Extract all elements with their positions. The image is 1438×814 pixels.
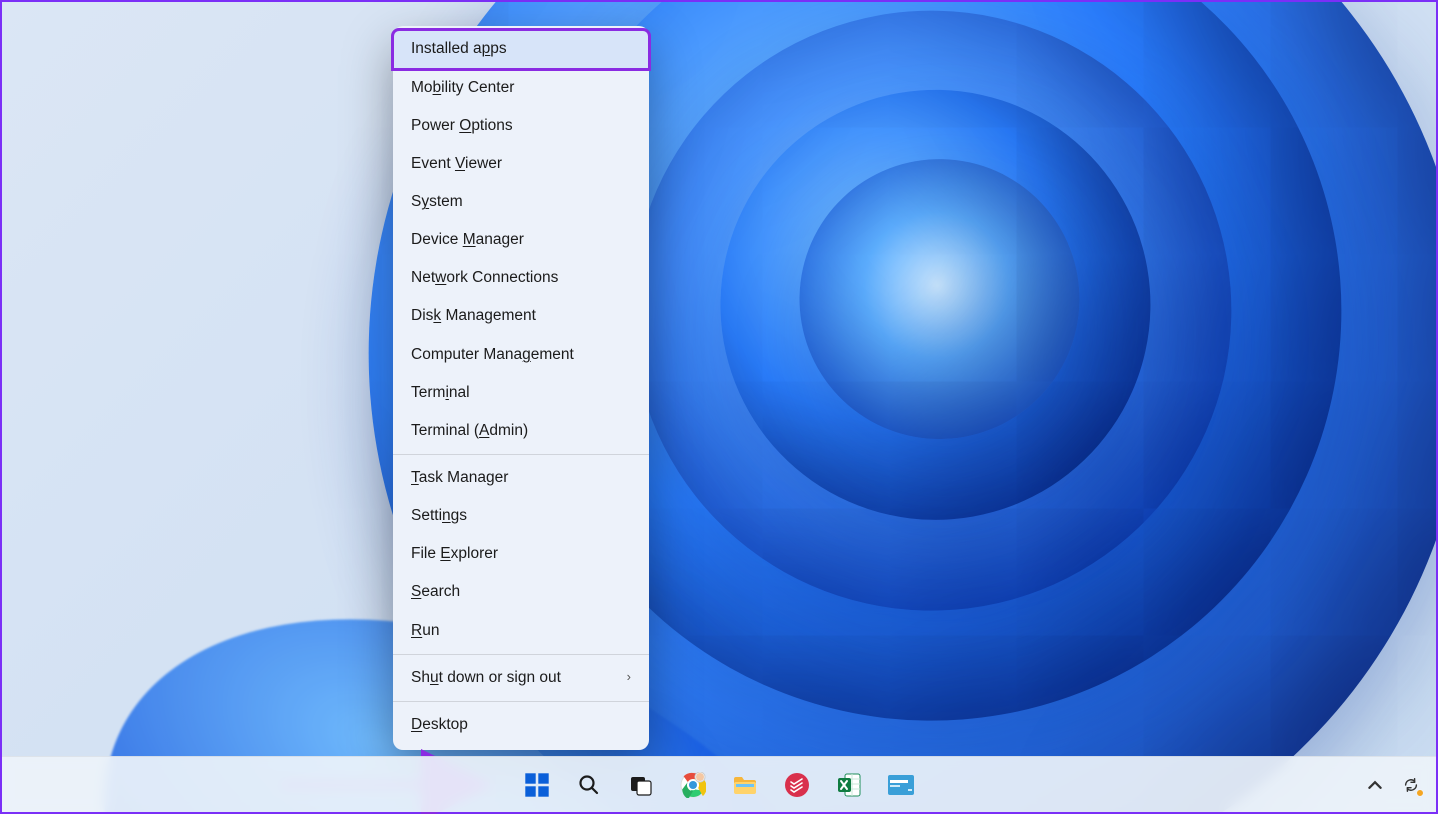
tray-sync-icon[interactable] [1400,774,1422,796]
menu-item-desktop[interactable]: Desktop [393,706,649,744]
menu-item-label: Shut down or sign out [411,668,561,688]
desktop-wallpaper [2,2,1436,812]
menu-item-label: Terminal (Admin) [411,421,528,441]
menu-item-label: Search [411,582,460,602]
menu-item-disk-management[interactable]: Disk Management [393,297,649,335]
menu-item-label: Desktop [411,715,468,735]
menu-item-search[interactable]: Search [393,573,649,611]
menu-item-power-options[interactable]: Power Options [393,107,649,145]
menu-item-label: Installed apps [411,39,507,59]
menu-item-label: Device Manager [411,230,524,250]
menu-item-label: Disk Management [411,306,536,326]
menu-item-label: Event Viewer [411,154,502,174]
menu-item-label: File Explorer [411,544,498,564]
file-explorer-icon[interactable] [731,771,759,799]
tray-chevron-up-icon[interactable] [1364,774,1386,796]
menu-item-label: Mobility Center [411,78,514,98]
run-dialog-icon[interactable] [887,771,915,799]
chrome-icon[interactable] [679,771,707,799]
menu-item-label: Settings [411,506,467,526]
menu-item-event-viewer[interactable]: Event Viewer [393,145,649,183]
menu-item-label: Run [411,621,439,641]
menu-item-system[interactable]: System [393,183,649,221]
chevron-right-icon: › [627,669,631,686]
menu-item-terminal-admin[interactable]: Terminal (Admin) [393,412,649,450]
menu-item-run[interactable]: Run [393,612,649,650]
search-icon[interactable] [575,771,603,799]
winx-context-menu: Installed apps Mobility Center Power Optio… [393,26,649,750]
todoist-icon[interactable] [783,771,811,799]
menu-separator [393,701,649,702]
menu-separator [393,654,649,655]
task-view-icon[interactable] [627,771,655,799]
menu-item-file-explorer[interactable]: File Explorer [393,535,649,573]
menu-item-device-manager[interactable]: Device Manager [393,221,649,259]
menu-separator [393,454,649,455]
menu-item-network-connections[interactable]: Network Connections [393,259,649,297]
menu-item-terminal[interactable]: Terminal [393,374,649,412]
menu-item-shut-down[interactable]: Shut down or sign out › [393,659,649,697]
menu-item-settings[interactable]: Settings [393,497,649,535]
menu-item-label: Task Manager [411,468,508,488]
taskbar [2,756,1436,812]
start-icon[interactable] [523,771,551,799]
menu-item-mobility-center[interactable]: Mobility Center [393,69,649,107]
menu-item-label: Terminal [411,383,470,403]
menu-item-task-manager[interactable]: Task Manager [393,459,649,497]
notification-dot-icon [1416,789,1424,797]
menu-item-label: Network Connections [411,268,558,288]
menu-item-label: Power Options [411,116,513,136]
menu-item-label: System [411,192,463,212]
excel-icon[interactable] [835,771,863,799]
menu-item-label: Computer Management [411,345,574,365]
menu-item-computer-management[interactable]: Computer Management [393,336,649,374]
menu-item-installed-apps[interactable]: Installed apps [393,30,649,68]
